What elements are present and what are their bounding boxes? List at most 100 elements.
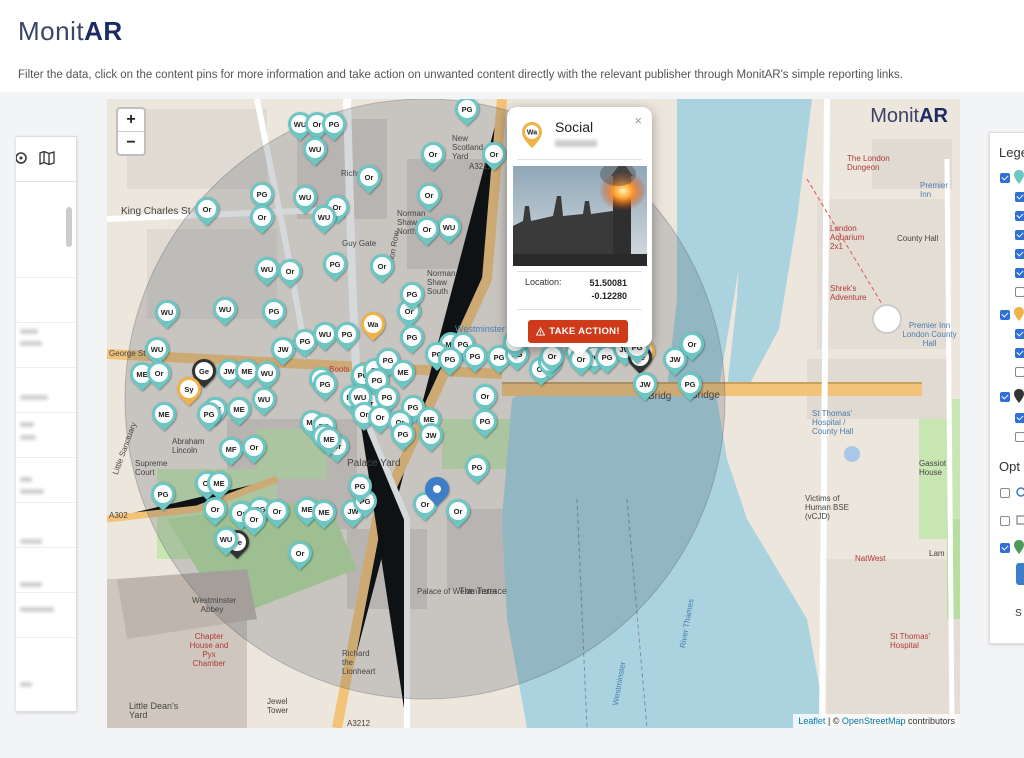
legend-item-checkbox[interactable] (1015, 329, 1024, 339)
legend-item-checkbox[interactable] (1015, 211, 1024, 221)
content-pin[interactable]: JW (414, 418, 448, 455)
content-pin[interactable]: Or (245, 200, 279, 237)
map-logo: MonitAR (870, 105, 948, 128)
location-marker[interactable] (420, 472, 454, 509)
content-pin[interactable]: PG (673, 367, 707, 404)
content-pin[interactable]: PG (308, 367, 342, 404)
legend-item-checkbox[interactable] (1015, 432, 1024, 442)
content-pin[interactable]: Or (410, 212, 444, 249)
green-pin-icon (1014, 540, 1024, 554)
content-pin[interactable]: Or (352, 160, 386, 197)
content-pin[interactable]: PG (330, 317, 364, 354)
pin-label: Or (543, 347, 561, 365)
content-pin[interactable]: PG (468, 404, 502, 441)
content-pin[interactable]: WU (432, 210, 466, 247)
content-pin[interactable]: WU (208, 292, 242, 329)
pin-label: ME (230, 400, 248, 418)
zoom-in-button[interactable]: + (118, 109, 144, 131)
content-pin[interactable]: PG (450, 99, 484, 129)
content-pin[interactable]: PG (343, 469, 377, 506)
content-pin[interactable]: WU (308, 317, 342, 354)
content-pin[interactable]: PG (146, 477, 180, 514)
content-pin[interactable]: Or (477, 137, 511, 174)
content-pin[interactable]: Or (260, 494, 294, 531)
option-checkbox[interactable] (1000, 543, 1010, 553)
content-pin[interactable]: Or (412, 178, 446, 215)
content-pin[interactable]: ME (147, 397, 181, 434)
content-pin[interactable]: ME (307, 495, 341, 532)
content-pin[interactable]: PG (318, 247, 352, 284)
legend-item-checkbox[interactable] (1015, 367, 1024, 377)
content-pin[interactable]: Or (237, 430, 271, 467)
legend-group-checkbox[interactable] (1000, 310, 1010, 320)
app-logo[interactable]: MonitAR (18, 16, 123, 47)
content-pin[interactable]: Or (365, 249, 399, 286)
content-pin[interactable]: PG (257, 294, 291, 331)
filter-tab-icon[interactable] (16, 147, 32, 169)
legend-item-checkbox[interactable] (1015, 268, 1024, 278)
map-icon[interactable] (36, 147, 58, 169)
pin-label: ME (238, 362, 256, 380)
pin-label: PG (378, 388, 396, 406)
content-pin[interactable]: PG (386, 417, 420, 454)
content-pin[interactable]: PG (395, 320, 429, 357)
legend-item-checkbox[interactable] (1015, 413, 1024, 423)
map-label: King Charles St (121, 206, 191, 217)
content-pin[interactable]: Or (675, 327, 709, 364)
content-pin[interactable]: PG (458, 339, 492, 376)
content-pin[interactable]: Or (237, 502, 271, 539)
pin-label: Or (291, 544, 309, 562)
leaflet-link[interactable]: Leaflet (798, 716, 825, 726)
content-pin[interactable]: WU (247, 382, 281, 419)
content-pin[interactable]: Or (142, 356, 176, 393)
content-pin[interactable]: MF (214, 432, 248, 469)
content-pin[interactable]: WU (250, 252, 284, 289)
content-pin[interactable]: Or (273, 254, 307, 291)
content-pin[interactable]: Or (198, 492, 232, 529)
location-value: 51.50081 -0.12280 (583, 277, 627, 303)
content-pin[interactable]: Or (283, 536, 317, 573)
logo-ar: AR (84, 16, 123, 46)
content-pin[interactable]: ME (312, 422, 346, 459)
content-pin[interactable]: WU (307, 200, 341, 237)
image-icon (1016, 515, 1024, 525)
pin-label: WU (148, 340, 166, 358)
map[interactable]: + − MonitAR King Charles St A3211 Canon … (107, 99, 960, 728)
apply-button[interactable] (1016, 563, 1024, 585)
content-pin[interactable]: PG (395, 277, 429, 314)
legend-item-checkbox[interactable] (1015, 348, 1024, 358)
content-pin[interactable]: PG (460, 450, 494, 487)
content-pin[interactable]: JW (628, 367, 662, 404)
content-pin[interactable]: WU (150, 295, 184, 332)
option-checkbox[interactable] (1000, 516, 1010, 526)
content-pin[interactable]: Or (190, 192, 224, 229)
cluster-icon (1016, 487, 1024, 497)
pin-label: ME (210, 474, 228, 492)
content-pin[interactable]: Or (441, 494, 475, 531)
content-pin[interactable]: ME (222, 392, 256, 429)
content-pin[interactable]: Wa (356, 307, 390, 344)
zoom-out-button[interactable]: − (118, 131, 144, 154)
content-popup: × Wa Social Location: 51.50081 -0.12280 … (507, 107, 652, 357)
osm-link[interactable]: OpenStreetMap (842, 716, 906, 726)
pin-label: Or (449, 502, 467, 520)
legend-group-checkbox[interactable] (1000, 173, 1010, 183)
content-pin[interactable]: PG (433, 342, 467, 379)
legend-item-checkbox[interactable] (1015, 192, 1024, 202)
option-checkbox[interactable] (1000, 488, 1010, 498)
map-logo-text: Monit (870, 105, 920, 127)
close-icon[interactable]: × (634, 113, 642, 128)
content-pin[interactable]: Or (416, 137, 450, 174)
take-action-button[interactable]: TAKE ACTION! (528, 320, 628, 343)
legend-group-checkbox[interactable] (1000, 392, 1010, 402)
content-pin[interactable]: WU (209, 522, 243, 559)
content-pin[interactable]: Or (535, 339, 569, 376)
pin-label: PG (253, 185, 271, 203)
content-image[interactable] (513, 166, 647, 266)
legend-item-checkbox[interactable] (1015, 249, 1024, 259)
content-pin[interactable]: PG (192, 397, 226, 434)
content-pin[interactable]: WU (298, 132, 332, 169)
legend-item-checkbox[interactable] (1015, 287, 1024, 297)
legend-item-checkbox[interactable] (1015, 230, 1024, 240)
filter-scrollbar[interactable] (66, 207, 72, 247)
